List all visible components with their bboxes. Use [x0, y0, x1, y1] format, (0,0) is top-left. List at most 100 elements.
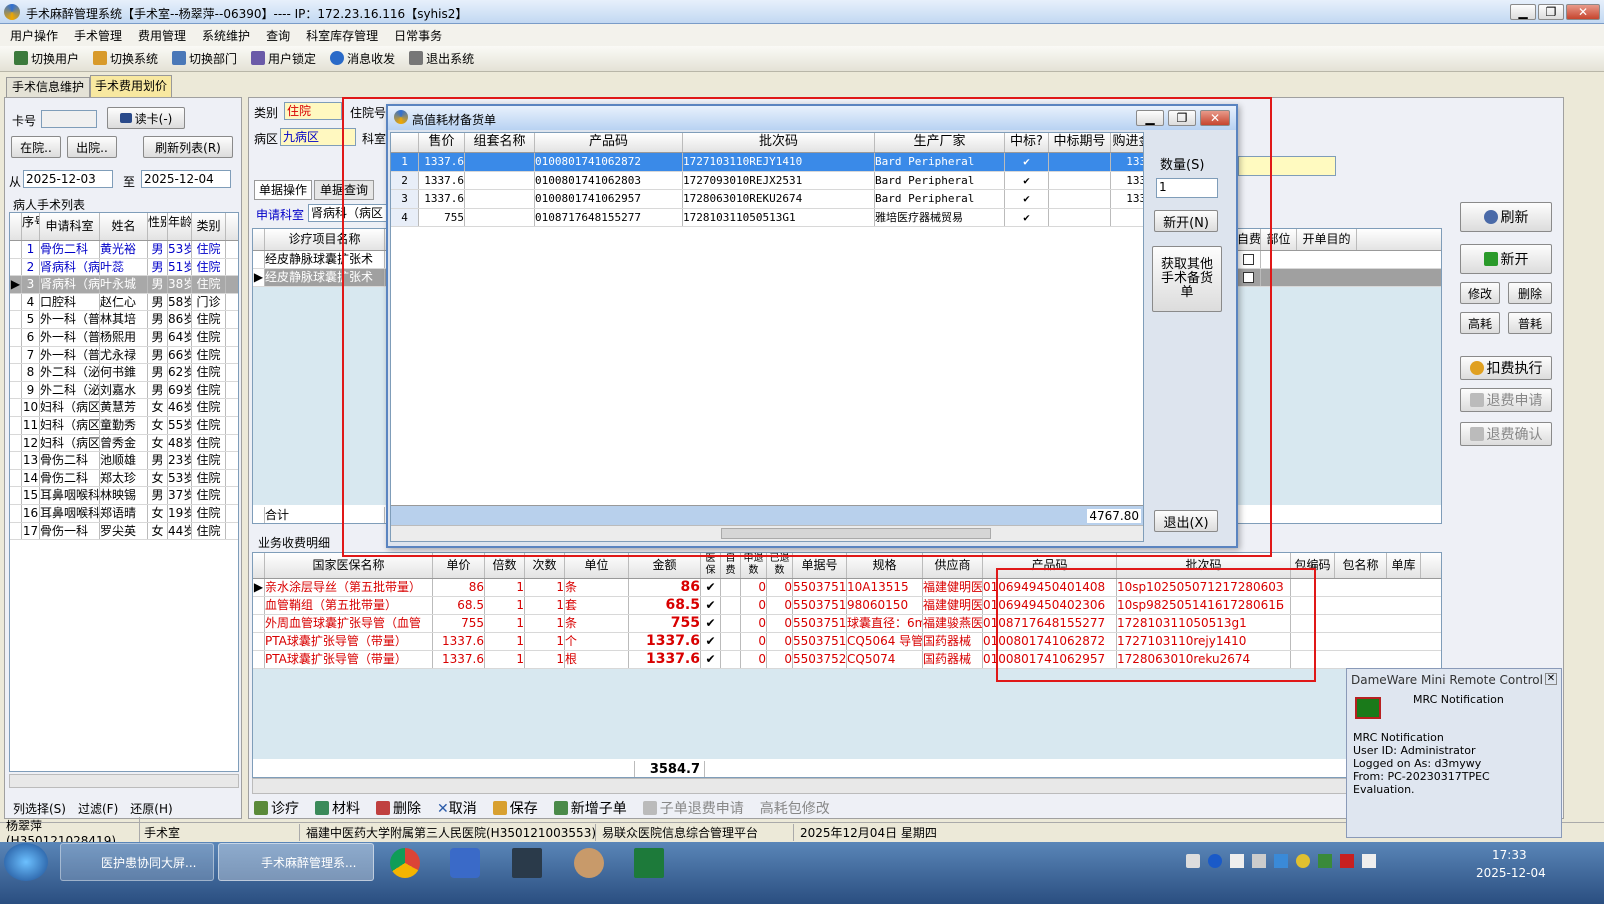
business-cell: 55037516: [793, 579, 847, 596]
refresh-list-button[interactable]: 刷新列表(R): [143, 136, 233, 158]
type-value[interactable]: 住院: [284, 102, 342, 120]
switch-system-button[interactable]: 切换系统: [93, 50, 158, 67]
patient-row[interactable]: 2肾病科（病叶蕊男51岁住院: [10, 258, 238, 277]
patient-row[interactable]: 12妇科（病区曾秀金女48岁住院: [10, 434, 238, 453]
switch-user-button[interactable]: 切换用户: [14, 50, 79, 67]
close-button[interactable]: ✕: [1566, 4, 1600, 20]
cancel-button[interactable]: ✕取消: [437, 798, 477, 818]
app-icon-person[interactable]: [450, 848, 480, 878]
taskbar-item-board[interactable]: 医护患协同大屏...: [60, 843, 214, 881]
business-cell: 条: [565, 615, 629, 632]
apply-dept-label: 申请科室: [256, 208, 305, 222]
exit-system-button[interactable]: 退出系统: [409, 50, 474, 67]
excel-icon[interactable]: [634, 848, 664, 878]
refresh-button[interactable]: 刷新: [1460, 202, 1552, 232]
patient-row[interactable]: 14骨伤二科郑太珍女53岁住院: [10, 469, 238, 488]
delete-item-button[interactable]: 删除: [376, 798, 421, 818]
diagnosis-button[interactable]: 诊疗: [254, 798, 299, 818]
patient-cell-sex: 女: [148, 434, 168, 452]
menu-system[interactable]: 系统维护: [202, 27, 250, 44]
app-icon-monitor[interactable]: [512, 848, 542, 878]
save-button[interactable]: 保存: [492, 798, 538, 818]
material-button[interactable]: 材料: [315, 798, 360, 818]
hand-icon: [1469, 361, 1484, 375]
patient-cell-age: 55岁: [168, 417, 192, 434]
left-hscroll[interactable]: [9, 774, 239, 788]
refund-confirm-button[interactable]: 退费确认: [1460, 422, 1552, 446]
card-input[interactable]: [41, 110, 97, 128]
business-cell: 55037520: [793, 651, 847, 668]
read-card-button[interactable]: 读卡(-): [107, 107, 185, 129]
menu-stock[interactable]: 科室库存管理: [306, 27, 378, 44]
business-cell: CQ5064 导管: [847, 633, 923, 650]
patient-cell-type: 住院: [192, 487, 226, 504]
sub-refund-button[interactable]: 子单退费申请: [642, 798, 744, 818]
delete-button[interactable]: 删除: [1508, 282, 1552, 304]
business-cell: 福建骏燕医: [923, 615, 983, 632]
tab-fees[interactable]: 手术费用划价: [90, 75, 172, 97]
business-cell: 1: [525, 651, 565, 668]
business-cell: 0: [741, 633, 767, 650]
modify-button[interactable]: 修改: [1460, 282, 1500, 304]
app-icon: [4, 4, 20, 20]
tab-info[interactable]: 手术信息维护: [6, 77, 90, 97]
start-button[interactable]: [4, 843, 48, 881]
card-icon: [119, 113, 132, 123]
business-cell: [721, 597, 741, 614]
business-cell: 0: [741, 615, 767, 632]
message-button[interactable]: 消息收发: [330, 50, 395, 67]
patient-row[interactable]: 5外一科（普林其培男86岁住院: [10, 311, 238, 329]
filter-button[interactable]: 过滤(F): [78, 800, 118, 817]
minimize-button[interactable]: ▁: [1510, 4, 1536, 20]
column-select-button[interactable]: 列选择(S): [13, 800, 66, 817]
patient-row[interactable]: 1骨伤二科黄光裕男53岁住院: [10, 241, 238, 259]
patient-row[interactable]: 8外二科（泌何书錐男62岁住院: [10, 364, 238, 382]
new-button[interactable]: 新开: [1460, 244, 1552, 274]
system-icon: [93, 51, 108, 65]
normal-cost-button[interactable]: 普耗: [1508, 312, 1552, 334]
restore-button[interactable]: 还原(H): [130, 800, 172, 817]
patient-cell-name: 林映锡: [100, 487, 148, 504]
menu-daily[interactable]: 日常事务: [394, 27, 442, 44]
high-cost-pack-button[interactable]: 高耗包修改: [760, 798, 830, 818]
chrome-icon[interactable]: [390, 848, 420, 878]
taskbar-item-anesthesia[interactable]: 手术麻醉管理系...: [218, 843, 374, 881]
patient-row[interactable]: 17骨伤一科罗尖英女44岁住院: [10, 522, 238, 541]
to-date-input[interactable]: 2025-12-04: [141, 170, 231, 188]
out-hospital-button[interactable]: 出院..: [67, 136, 117, 158]
business-cell: 个: [565, 633, 629, 650]
high-cost-button[interactable]: 高耗: [1460, 312, 1500, 334]
menu-query[interactable]: 查询: [266, 27, 290, 44]
lock-user-button[interactable]: 用户锁定: [251, 50, 316, 67]
patient-row[interactable]: 6外一科（普杨熙用男64岁住院: [10, 329, 238, 347]
patient-row[interactable]: 13骨伤二科池顺雄男23岁住院: [10, 452, 238, 470]
patient-row[interactable]: 15耳鼻咽喉科林映锡男37岁住院: [10, 487, 238, 505]
maximize-button[interactable]: ❐: [1538, 4, 1564, 20]
patient-row[interactable]: ▶3肾病科（病叶永城男38岁住院: [10, 276, 238, 294]
patient-cell-name: 郑太珍: [100, 469, 148, 487]
patient-cell-dept: 外二科（泌: [40, 364, 100, 381]
patient-row[interactable]: 16耳鼻咽喉科郑语晴女19岁住院: [10, 505, 238, 523]
new-sub-order-button[interactable]: 新增子单: [553, 798, 627, 818]
refund-apply-button[interactable]: 退费申请: [1460, 388, 1552, 412]
switch-dept-button[interactable]: 切换部门: [172, 50, 237, 67]
app-icon-doctor[interactable]: [574, 848, 604, 878]
business-hscroll[interactable]: [252, 778, 1442, 794]
menu-user[interactable]: 用户操作: [10, 27, 58, 44]
patient-row[interactable]: 4口腔科赵仁心男58岁门诊: [10, 293, 238, 312]
patient-cell-sex: 男: [148, 329, 168, 346]
in-hospital-button[interactable]: 在院..: [11, 136, 61, 158]
menu-surgery[interactable]: 手术管理: [74, 27, 122, 44]
tab-doc-ops[interactable]: 单据操作: [254, 180, 312, 200]
patient-row[interactable]: 10妇科（病区黄慧芳女46岁住院: [10, 399, 238, 417]
patient-row[interactable]: 11妇科（病区童勤秀女55岁住院: [10, 417, 238, 435]
patient-row[interactable]: 9外二科（泌刘嘉水男69岁住院: [10, 381, 238, 400]
business-cell: 1: [485, 615, 525, 632]
patient-row[interactable]: 7外一科（普尤永禄男66岁住院: [10, 346, 238, 365]
menu-fees[interactable]: 费用管理: [138, 27, 186, 44]
mrc-heading: MRC Notification: [1413, 693, 1504, 706]
from-date-input[interactable]: 2025-12-03: [23, 170, 113, 188]
charge-exec-button[interactable]: 扣费执行: [1460, 356, 1552, 380]
business-cell: 条: [565, 579, 629, 596]
mrc-close-icon[interactable]: ✕: [1545, 673, 1557, 685]
